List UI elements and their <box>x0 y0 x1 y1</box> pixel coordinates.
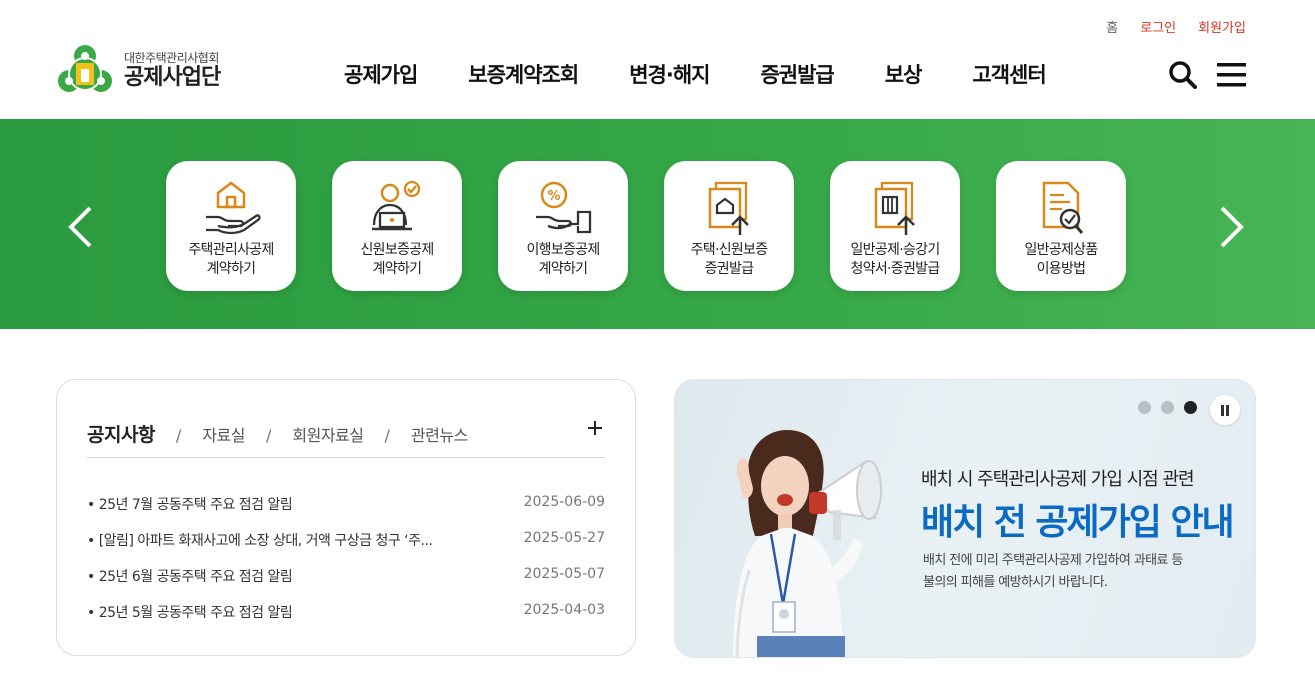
board-tabs: 공지사항 / 자료실 / 회원자료실 / 관련뉴스 <box>87 420 468 447</box>
main-nav: 공제가입 보증계약조회 변경·해지 증권발급 보상 고객센터 <box>344 59 1047 89</box>
notice-date: 2025-05-07 <box>523 566 605 582</box>
quick-item-label: 주택·신원보증 증권발급 <box>690 242 769 277</box>
spokesperson-megaphone-image <box>733 430 882 657</box>
slide-indicators <box>1138 401 1197 414</box>
tab-separator: / <box>265 426 272 445</box>
header-actions <box>1168 60 1246 89</box>
menu-icon[interactable] <box>1217 60 1246 89</box>
slide-dot-1[interactable] <box>1138 401 1151 414</box>
tab-related-news[interactable]: 관련뉴스 <box>411 422 468 446</box>
chevron-right-icon[interactable] <box>1218 205 1246 249</box>
notice-title: 25년 5월 공동주택 주요 점검 알림 <box>87 602 293 638</box>
house-hand-icon <box>206 181 261 235</box>
search-icon[interactable] <box>1168 60 1197 89</box>
logo-icon <box>58 45 112 92</box>
quick-menu-list: 주택관리사공제 계약하기 신원보증공제 계약하기 % 이행보증공제 계약하기 주… <box>166 161 1126 291</box>
nav-item-compensation[interactable]: 보상 <box>885 59 923 89</box>
nav-item-contract-inquiry[interactable]: 보증계약조회 <box>468 59 579 89</box>
nav-item-join[interactable]: 공제가입 <box>344 59 418 89</box>
list-item[interactable]: 25년 7월 공동주택 주요 점검 알림 2025-06-09 <box>87 494 605 530</box>
site-logo[interactable]: 대한주택관리사협회 공제사업단 <box>56 43 221 99</box>
tab-member-resources[interactable]: 회원자료실 <box>292 422 364 446</box>
banner-headline: 배치 전 공제가입 안내 <box>921 502 1235 543</box>
quick-item-label: 이행보증공제 계약하기 <box>526 242 600 277</box>
slide-dot-3[interactable] <box>1184 401 1197 414</box>
svg-text:%: % <box>547 189 560 204</box>
notice-title: 25년 7월 공동주택 주요 점검 알림 <box>87 494 293 530</box>
banner-description: 배치 전에 미리 주택관리사공제 가입하여 과태료 등 불의의 피해를 예방하시… <box>923 553 1183 590</box>
notice-date: 2025-06-09 <box>523 494 605 510</box>
login-link[interactable]: 로그인 <box>1140 17 1176 36</box>
nav-item-change-cancel[interactable]: 변경·해지 <box>629 59 710 89</box>
tab-separator: / <box>175 426 182 445</box>
home-link[interactable]: 홈 <box>1106 17 1118 36</box>
chevron-left-icon[interactable] <box>66 205 94 249</box>
list-item[interactable]: 25년 6월 공동주택 주요 점검 알림 2025-05-07 <box>87 566 605 602</box>
coin-hand-icon: % <box>536 181 592 234</box>
quick-item-fidelity-guarantee-contract[interactable]: 신원보증공제 계약하기 <box>332 161 462 291</box>
nav-item-certificate[interactable]: 증권발급 <box>760 59 834 89</box>
quick-item-performance-guarantee-contract[interactable]: % 이행보증공제 계약하기 <box>498 161 628 291</box>
quick-item-label: 일반공제·승강기 청약서·증권발급 <box>850 242 940 277</box>
more-plus-icon[interactable] <box>587 420 603 436</box>
notice-title: [알림] 아파트 화재사고에 소장 상대, 거액 구상금 청구 ‘주... <box>87 530 433 566</box>
quick-item-label: 신원보증공제 계약하기 <box>360 242 434 277</box>
notice-board: 공지사항 / 자료실 / 회원자료실 / 관련뉴스 25년 7월 공동주택 주요… <box>56 379 636 656</box>
notice-date: 2025-04-03 <box>523 602 605 618</box>
pause-icon[interactable] <box>1210 395 1240 425</box>
house-document-icon <box>708 181 749 235</box>
list-item[interactable]: 25년 5월 공동주택 주요 점검 알림 2025-04-03 <box>87 602 605 638</box>
promo-banner[interactable]: 배치 시 주택관리사공제 가입 시점 관련 배치 전 공제가입 안내 배치 전에… <box>674 379 1256 658</box>
building-document-icon <box>874 181 915 235</box>
divider <box>87 457 605 458</box>
quick-item-housing-manager-contract[interactable]: 주택관리사공제 계약하기 <box>166 161 296 291</box>
list-item[interactable]: [알림] 아파트 화재사고에 소장 상대, 거액 구상금 청구 ‘주... 20… <box>87 530 605 566</box>
logo-title: 공제사업단 <box>124 65 221 90</box>
join-link[interactable]: 회원가입 <box>1198 17 1246 36</box>
document-search-icon <box>1042 181 1084 234</box>
quick-item-general-product-guide[interactable]: 일반공제상품 이용방법 <box>996 161 1126 291</box>
slide-dot-2[interactable] <box>1161 401 1174 414</box>
quick-item-general-elevator-certificate[interactable]: 일반공제·승강기 청약서·증권발급 <box>830 161 960 291</box>
notice-date: 2025-05-27 <box>523 530 605 546</box>
quick-item-label: 주택관리사공제 계약하기 <box>188 242 274 277</box>
notice-title: 25년 6월 공동주택 주요 점검 알림 <box>87 566 293 602</box>
logo-subtitle: 대한주택관리사협회 <box>124 51 219 65</box>
quick-menu-band: 주택관리사공제 계약하기 신원보증공제 계약하기 % 이행보증공제 계약하기 주… <box>0 119 1315 329</box>
tab-notices[interactable]: 공지사항 <box>87 420 155 447</box>
logo-text: 대한주택관리사협회 공제사업단 <box>124 51 221 91</box>
utility-links: 홈 로그인 회원가입 <box>1106 17 1246 36</box>
notice-list: 25년 7월 공동주택 주요 점검 알림 2025-06-09 [알림] 아파트… <box>87 494 605 638</box>
quick-item-housing-certificate[interactable]: 주택·신원보증 증권발급 <box>664 161 794 291</box>
nav-item-customer-center[interactable]: 고객센터 <box>972 59 1046 89</box>
tab-separator: / <box>384 426 390 445</box>
person-laptop-icon <box>372 180 421 231</box>
quick-item-label: 일반공제상품 이용방법 <box>1024 242 1098 277</box>
tab-resources[interactable]: 자료실 <box>202 422 245 446</box>
banner-kicker: 배치 시 주택관리사공제 가입 시점 관련 <box>921 469 1195 490</box>
